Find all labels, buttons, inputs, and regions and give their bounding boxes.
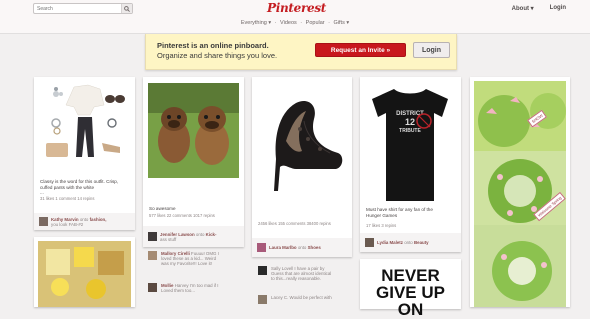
avatar[interactable]: [365, 238, 374, 247]
pin-image[interactable]: [38, 81, 131, 178]
pin-attribution[interactable]: Laura Marlbo onto Shoes: [252, 238, 352, 257]
category-nav: Everything ▾ · Videos · Popular · Gifts …: [0, 20, 590, 26]
search-button[interactable]: [121, 4, 132, 13]
login-link[interactable]: Login: [550, 5, 566, 12]
pin-image[interactable]: [256, 81, 348, 191]
nav-popular[interactable]: Popular: [306, 20, 325, 26]
pin-attribution[interactable]: Jennifer Lawson onto Kick-ass stuff: [143, 226, 244, 247]
pin-card[interactable]: NEVER GIVE UP ON: [360, 259, 461, 318]
shirt-subtitle: TRIBUTE: [399, 128, 421, 134]
pin-card[interactable]: DISTRICT 12 TRIBUTE Must have shirt for …: [360, 77, 461, 252]
nav-videos[interactable]: Videos: [280, 20, 297, 26]
avatar[interactable]: [148, 283, 157, 292]
top-bar: Pinterest Everything ▾ · Videos · Popula…: [0, 0, 590, 34]
about-menu[interactable]: About ▾: [512, 5, 534, 12]
pin-stats: 577 likes 22 comments 1017 repins: [149, 213, 215, 218]
nav-separator: ·: [274, 20, 277, 26]
pin-description: So awesome: [149, 206, 176, 211]
shirt-number: 12: [405, 117, 415, 127]
pinterest-logo[interactable]: Pinterest: [267, 1, 326, 15]
pin-card[interactable]: So awesome 577 likes 22 comments 1017 re…: [143, 77, 244, 247]
banner-subline: Organize and share things you love.: [157, 51, 278, 60]
nav-everything[interactable]: Everything ▾: [241, 20, 271, 26]
avatar[interactable]: [258, 266, 267, 275]
pin-comment: Lacey C. Would be perfect with: [258, 295, 350, 304]
search-icon: [124, 5, 130, 12]
pin-card[interactable]: [34, 237, 135, 307]
pin-description: Classy is the word for this outfit. Cris…: [40, 179, 132, 201]
pin-card[interactable]: SHOW Welcome Spring: [470, 77, 570, 307]
pin-image[interactable]: [474, 81, 566, 307]
banner-headline: Pinterest is an online pinboard.: [157, 41, 269, 50]
banner-login-button[interactable]: Login: [413, 42, 450, 58]
pin-stats: 31 likes 1 comment 14 repins: [40, 195, 95, 201]
pin-attribution[interactable]: Lydia Maletz onto Beauty: [360, 233, 461, 252]
avatar[interactable]: [148, 251, 157, 260]
search-input[interactable]: [34, 4, 122, 13]
pin-comment: Mollie Harvey I'm too mad if I Loved them…: [148, 283, 240, 293]
pin-card[interactable]: Classy is the word for this outfit. Cris…: [34, 77, 135, 230]
pin-attribution[interactable]: Kathy Marvin onto fashion, you look FAB-#…: [34, 213, 135, 230]
avatar[interactable]: [148, 232, 157, 241]
pin-image[interactable]: [38, 241, 131, 307]
avatar[interactable]: [258, 295, 267, 304]
pin-comment: Mallory Cirelli Fuuuu! OMG Iloved these …: [148, 251, 240, 266]
avatar[interactable]: [39, 217, 48, 226]
avatar[interactable]: [257, 243, 266, 252]
poster-text: NEVER GIVE UP ON: [376, 266, 445, 319]
pin-card[interactable]: 2456 likes 155 comments 38400 repins Lau…: [252, 77, 352, 257]
nav-separator: ·: [328, 20, 330, 26]
invite-banner: Pinterest is an online pinboard. Organiz…: [145, 34, 457, 70]
nav-gifts[interactable]: Gifts ▾: [334, 20, 350, 26]
pin-comment: Sally Lovell I have a pair by Guess that …: [258, 266, 350, 281]
pin-image[interactable]: DISTRICT 12 TRIBUTE: [364, 81, 457, 201]
account-nav: About ▾ Login: [512, 5, 566, 12]
request-invite-button[interactable]: Request an Invite »: [315, 43, 406, 57]
search-box[interactable]: [33, 3, 133, 14]
pin-description: Must have shirt for any fan of the Hunger…: [366, 207, 433, 218]
pin-stats: 17 likes 3 repins: [366, 223, 397, 228]
nav-separator: ·: [300, 20, 303, 26]
pin-image[interactable]: [148, 83, 239, 178]
pin-stats: 2456 likes 155 comments 38400 repins: [258, 221, 331, 226]
